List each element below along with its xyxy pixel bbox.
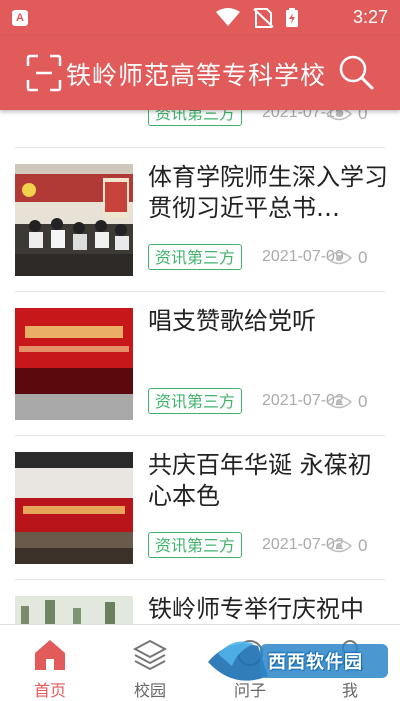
scan-icon[interactable]	[26, 54, 62, 92]
article-thumbnail	[15, 164, 133, 276]
source-tag: 资讯第三方	[148, 388, 243, 414]
list-item[interactable]: 体育学院师生深入学习贯彻习近平总书… 资讯第三方 2021-07-09 0	[0, 148, 400, 292]
tab-label: 校园	[133, 681, 166, 700]
search-icon[interactable]	[338, 54, 374, 92]
article-title[interactable]: 共庆百年华诞 永葆初心本色	[148, 450, 388, 512]
view-count: 0	[358, 392, 368, 411]
source-tag: 资讯第三方	[148, 110, 243, 126]
status-bar: A 3:27	[0, 0, 400, 36]
home-icon	[35, 640, 65, 670]
article-title[interactable]: 唱支赞歌给党听	[148, 306, 388, 337]
list-item[interactable]: 唱支赞歌给党听 资讯第三方 2021-07-02 0	[0, 292, 400, 436]
auditorium-photo	[15, 452, 133, 564]
status-time: 3:27	[352, 7, 388, 27]
status-icons	[216, 8, 298, 28]
eye-icon	[325, 395, 353, 409]
article-thumbnail	[15, 596, 133, 624]
app-title: 铁岭师范高等专科学校	[66, 61, 327, 90]
watermark-text: 西西软件园	[268, 652, 363, 673]
meeting-photo	[15, 164, 133, 276]
battery-charging-icon	[286, 8, 298, 27]
tab-label: 首页	[33, 681, 66, 700]
app-notification-icon: A	[12, 10, 28, 26]
view-count: 0	[358, 536, 368, 555]
view-count: 0	[358, 110, 368, 123]
list-item[interactable]: 资讯第三方 2021-07-15 0	[0, 110, 400, 148]
tab-campus[interactable]: 校园	[100, 625, 200, 701]
wifi-icon	[216, 8, 240, 26]
stage-photo	[15, 308, 133, 420]
article-thumbnail	[15, 452, 133, 564]
article-title[interactable]: 体育学院师生深入学习贯彻习近平总书…	[148, 162, 388, 224]
source-tag: 资讯第三方	[148, 532, 243, 558]
tab-home[interactable]: 首页	[0, 625, 100, 701]
article-list[interactable]: 资讯第三方 2021-07-15 0 体育学院师生深入学习贯彻习近平总书… 资讯…	[0, 110, 400, 624]
eye-icon	[325, 251, 353, 265]
article-thumbnail	[15, 308, 133, 420]
source-tag: 资讯第三方	[148, 244, 243, 270]
watermark-logo: 西西软件园	[198, 632, 394, 692]
view-count: 0	[358, 248, 368, 267]
list-item[interactable]: 铁岭师专举行庆祝中	[0, 580, 400, 624]
no-sim-icon	[253, 8, 274, 28]
layers-icon	[132, 639, 168, 671]
campus-photo	[15, 596, 133, 624]
list-item[interactable]: 共庆百年华诞 永葆初心本色 资讯第三方 2021-07-02 0	[0, 436, 400, 580]
eye-icon	[325, 110, 353, 121]
app-header: 铁岭师范高等专科学校	[0, 36, 400, 110]
eye-icon	[325, 539, 353, 553]
article-title[interactable]: 铁岭师专举行庆祝中	[148, 594, 388, 624]
